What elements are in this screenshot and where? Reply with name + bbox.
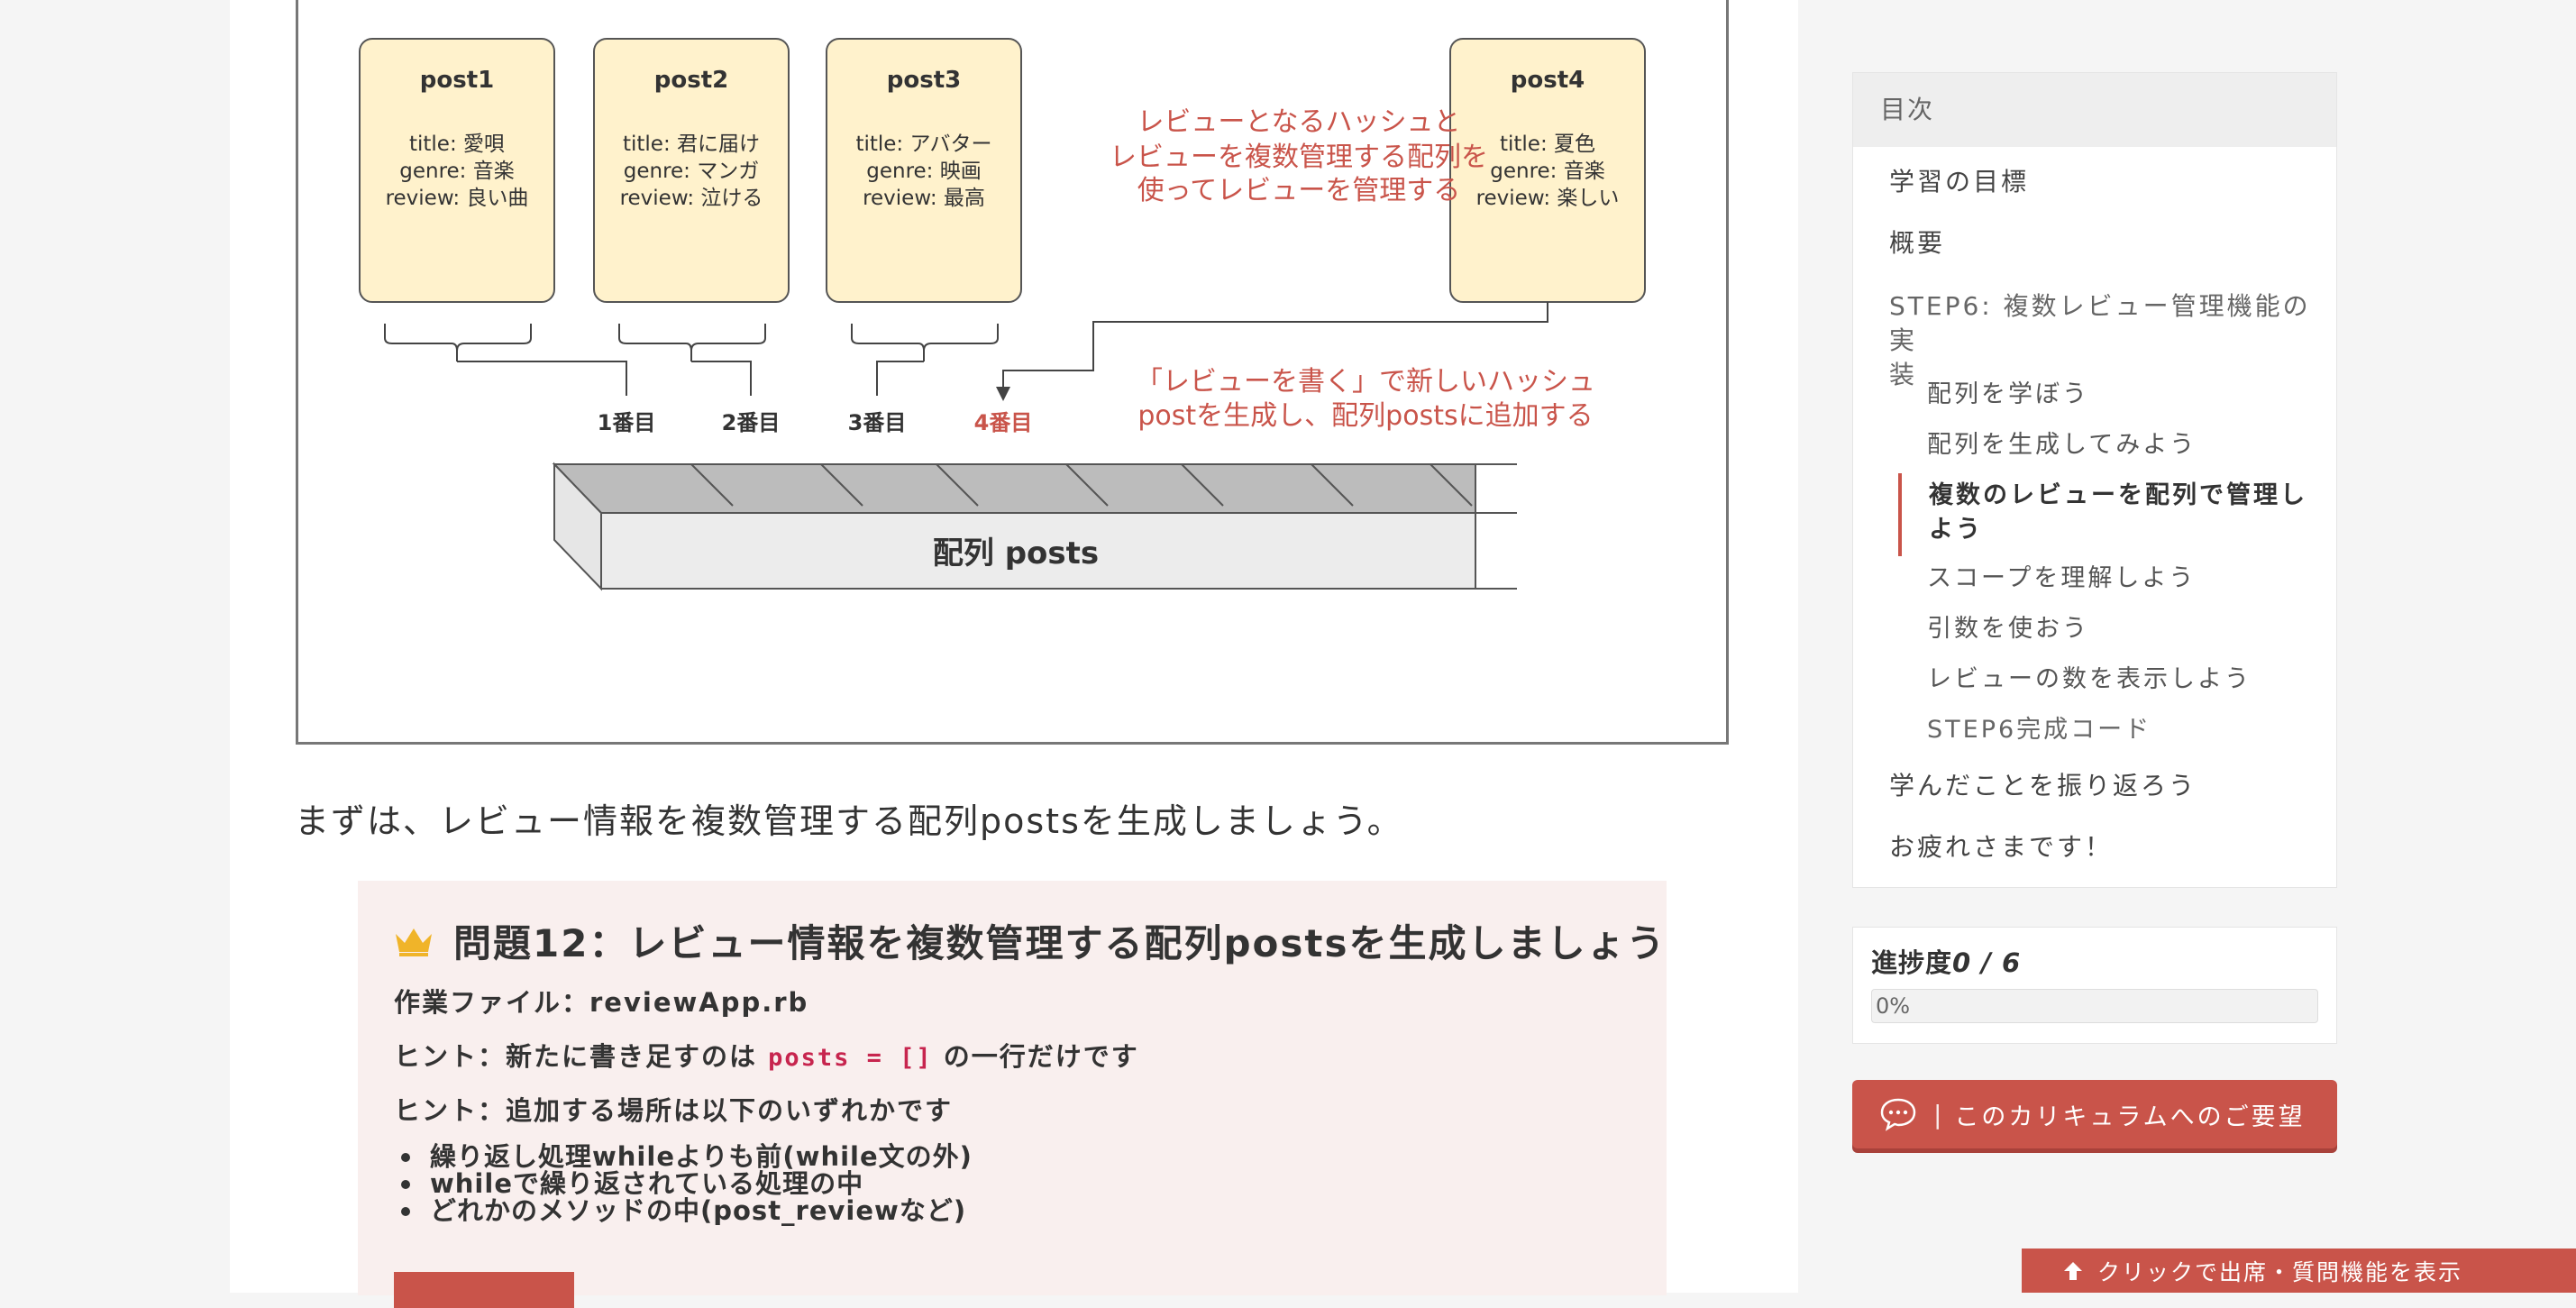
problem-file: 作業ファイル：reviewApp.rb bbox=[394, 987, 809, 1018]
problem-hint-2: ヒント：追加する場所は以下のいずれかです bbox=[394, 1095, 954, 1126]
post-genre: genre: 音楽 bbox=[399, 160, 515, 183]
svg-text:使ってレビューを管理する: 使ってレビューを管理する bbox=[1137, 175, 1461, 206]
progress-panel: 進捗度0 / 6 0% bbox=[1852, 927, 2337, 1044]
diagram-note-hash-array: レビューとなるハッシュと レビューを複数管理する配列を 使ってレビューを管理する bbox=[1110, 106, 1488, 206]
post-title: title: アバター bbox=[855, 133, 991, 156]
post-name: post3 bbox=[887, 67, 961, 94]
post-card-2: post2 title: 君に届け genre: マンガ review: 泣ける bbox=[593, 38, 790, 303]
post-genre: genre: マンガ bbox=[624, 160, 760, 183]
arrow-head bbox=[996, 387, 1010, 401]
toc-item-create-array[interactable]: 配列を生成してみよう bbox=[1927, 428, 2197, 462]
main-content: post1 title: 愛唄 genre: 音楽 review: 良い曲 po… bbox=[230, 0, 1798, 1308]
toc-item-manage-reviews[interactable]: 複数のレビューを配列で管理し よう bbox=[1929, 479, 2307, 547]
toc-item-overview[interactable]: 概要 bbox=[1889, 226, 1945, 261]
index-label-new: 4番目 bbox=[974, 410, 1033, 435]
arrow-up-icon bbox=[2064, 1261, 2082, 1280]
post-review: review: 泣ける bbox=[620, 187, 763, 210]
toc-item-scope[interactable]: スコープを理解しよう bbox=[1927, 562, 2196, 596]
post-title: title: 夏色 bbox=[1500, 133, 1595, 156]
separator: | bbox=[1933, 1099, 1942, 1130]
toc-item-review-count[interactable]: レビューの数を表示しよう bbox=[1927, 663, 2252, 697]
progress-percent: 0% bbox=[1876, 993, 1911, 1019]
post-genre: genre: 音楽 bbox=[1490, 160, 1605, 183]
svg-text:レビューを複数管理する配列を: レビューを複数管理する配列を bbox=[1110, 142, 1488, 173]
problem-hint-1: ヒント：新たに書き足すのは posts = [] の一行だけです bbox=[394, 1041, 1139, 1072]
table-of-contents: 目次 学習の目標 概要 STEP6: 複数レビュー管理機能の実 装 配列を学ぼう… bbox=[1852, 72, 2337, 888]
toc-item-step6-code[interactable]: STEP6完成コード bbox=[1927, 713, 2151, 747]
toc-active-indicator bbox=[1898, 473, 1902, 556]
svg-text:レビューとなるハッシュと: レビューとなるハッシュと bbox=[1137, 106, 1460, 138]
problem-title: 問題12：レビュー情報を複数管理する配列postsを生成しましょう bbox=[394, 913, 1666, 968]
post-genre: genre: 映画 bbox=[866, 160, 982, 183]
diagram-note-add-post: 「レビューを書く」で新しいハッシュ postを生成し、配列postsに追加する bbox=[1136, 366, 1595, 432]
code-snippet: posts = [] bbox=[768, 1044, 933, 1072]
attendance-bar-label: クリックで出席・質問機能を表示 bbox=[2097, 1258, 2463, 1285]
progress-count: 0 / 6 bbox=[1952, 947, 2022, 978]
toc-item-learn-arrays[interactable]: 配列を学ぼう bbox=[1927, 378, 2089, 412]
post-name: post4 bbox=[1511, 67, 1585, 94]
toc-item-goals[interactable]: 学習の目標 bbox=[1889, 165, 2029, 199]
speech-bubble-icon bbox=[1880, 1098, 1916, 1131]
post-card-1: post1 title: 愛唄 genre: 音楽 review: 良い曲 bbox=[359, 38, 555, 303]
svg-text:postを生成し、配列postsに追加する: postを生成し、配列postsに追加する bbox=[1137, 400, 1593, 432]
toc-heading: 目次 bbox=[1853, 73, 2336, 147]
toc-item-arguments[interactable]: 引数を使おう bbox=[1927, 612, 2089, 646]
post-name: post1 bbox=[420, 67, 494, 94]
post-title: title: 君に届け bbox=[623, 133, 760, 156]
problem-box: 問題12：レビュー情報を複数管理する配列postsを生成しましょう 作業ファイル… bbox=[358, 881, 1667, 1308]
array-diagram: post1 title: 愛唄 genre: 音楽 review: 良い曲 po… bbox=[296, 0, 1729, 745]
progress-label: 進捗度0 / 6 bbox=[1871, 947, 2022, 978]
curriculum-request-button[interactable]: | このカリキュラムへのご要望 bbox=[1852, 1080, 2337, 1148]
attendance-question-bar[interactable]: クリックで出席・質問機能を表示 bbox=[2022, 1249, 2576, 1293]
request-button-label: このカリキュラムへのご要望 bbox=[1954, 1102, 2306, 1131]
list-item: whileで繰り返されている処理の中 bbox=[397, 1170, 973, 1197]
intro-text: まずは、レビュー情報を複数管理する配列postsを生成しましょう。 bbox=[295, 801, 1403, 841]
list-item: どれかのメソッドの中(post_reviewなど) bbox=[397, 1197, 973, 1224]
index-label: 2番目 bbox=[722, 410, 781, 435]
post-card-3: post3 title: アバター genre: 映画 review: 最高 bbox=[826, 38, 1022, 303]
post-review: review: 最高 bbox=[863, 187, 985, 210]
list-item: 繰り返し処理whileよりも前(while文の外) bbox=[397, 1143, 973, 1170]
index-label: 3番目 bbox=[848, 410, 907, 435]
crown-icon bbox=[396, 928, 432, 956]
answer-button[interactable] bbox=[394, 1272, 574, 1308]
post-name: post2 bbox=[654, 67, 728, 94]
toc-item-review[interactable]: 学んだことを振り返ろう bbox=[1889, 769, 2197, 803]
post-review: review: 楽しい bbox=[1476, 187, 1620, 210]
post-review: review: 良い曲 bbox=[386, 187, 529, 210]
problem-title-text: 問題12：レビュー情報を複数管理する配列postsを生成しましょう bbox=[453, 921, 1667, 965]
svg-text:「レビューを書く」で新しいハッシュ: 「レビューを書く」で新しいハッシュ bbox=[1136, 366, 1595, 398]
post-title: title: 愛唄 bbox=[409, 133, 505, 156]
toc-item-step6[interactable]: STEP6: 複数レビュー管理機能の実 装 bbox=[1889, 289, 2336, 392]
progress-bar: 0% bbox=[1871, 989, 2318, 1023]
problem-options: 繰り返し処理whileよりも前(while文の外) whileで繰り返されている… bbox=[397, 1143, 973, 1224]
array-label: 配列 posts bbox=[933, 535, 1099, 572]
toc-item-thanks[interactable]: お疲れさまです！ bbox=[1889, 830, 2113, 864]
index-label: 1番目 bbox=[598, 410, 656, 435]
